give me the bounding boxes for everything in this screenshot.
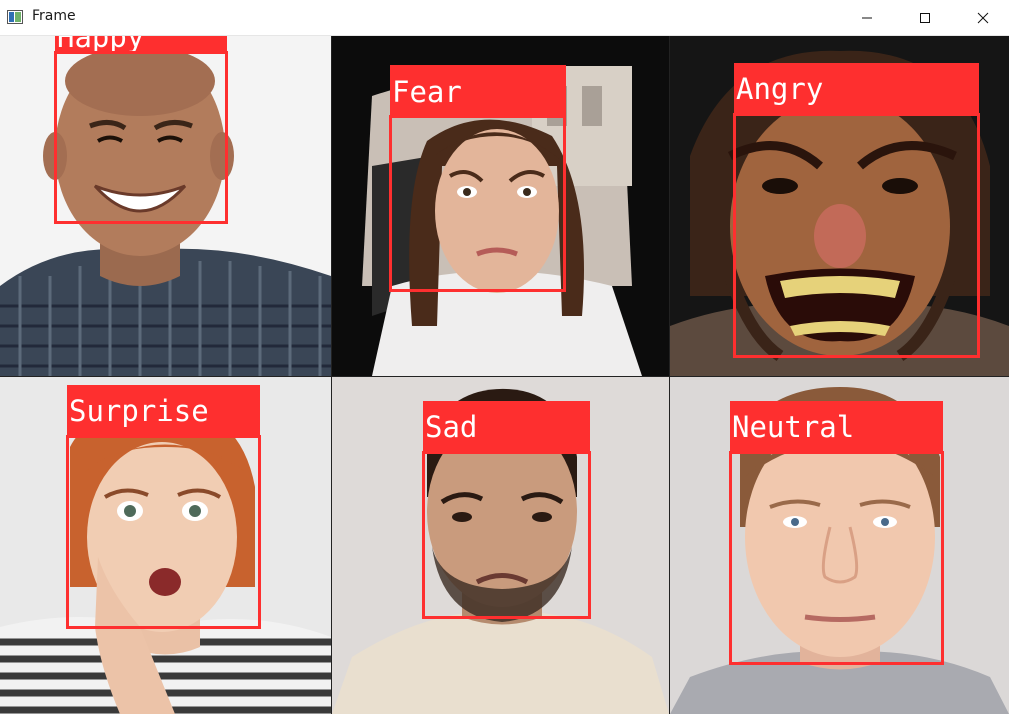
app-window: Frame Fear Angry Surprise Sad Neutral: [0, 0, 1009, 714]
app-icon: [7, 10, 23, 24]
face-bounding-box-angry: [733, 113, 980, 358]
emotion-label-neutral: Neutral: [730, 401, 943, 452]
maximize-icon: [920, 12, 930, 23]
face-cell-fear: Fear: [332, 36, 669, 376]
emotion-label-surprise: Surprise: [67, 385, 260, 436]
close-icon: [977, 12, 989, 23]
face-cell-sad: Sad: [332, 377, 669, 714]
face-cell-neutral: Neutral: [670, 377, 1009, 714]
face-cell-angry: Angry: [670, 36, 1009, 376]
emotion-label-sad: Sad: [423, 401, 590, 452]
close-button[interactable]: [954, 0, 1009, 35]
emotion-label-fear: Fear: [390, 65, 566, 116]
face-bounding-box-neutral: [729, 451, 944, 665]
face-cell-surprise: Surprise: [0, 377, 331, 714]
face-bounding-box-fear: [389, 115, 566, 292]
face-bounding-box-sad: [422, 451, 591, 619]
emotion-label-happy: Happy: [55, 36, 227, 51]
title-bar[interactable]: Frame: [0, 0, 1009, 36]
face-bounding-box-happy: [54, 51, 228, 224]
minimize-icon: [862, 17, 872, 18]
minimize-button[interactable]: [838, 0, 896, 35]
maximize-button[interactable]: [896, 0, 954, 35]
emotion-label-angry: Angry: [734, 63, 979, 114]
window-title: Frame: [32, 8, 76, 24]
face-cell-happy: Happy: [0, 36, 331, 376]
face-bounding-box-surprise: [66, 435, 261, 629]
video-frame: Happy: [0, 36, 1009, 714]
